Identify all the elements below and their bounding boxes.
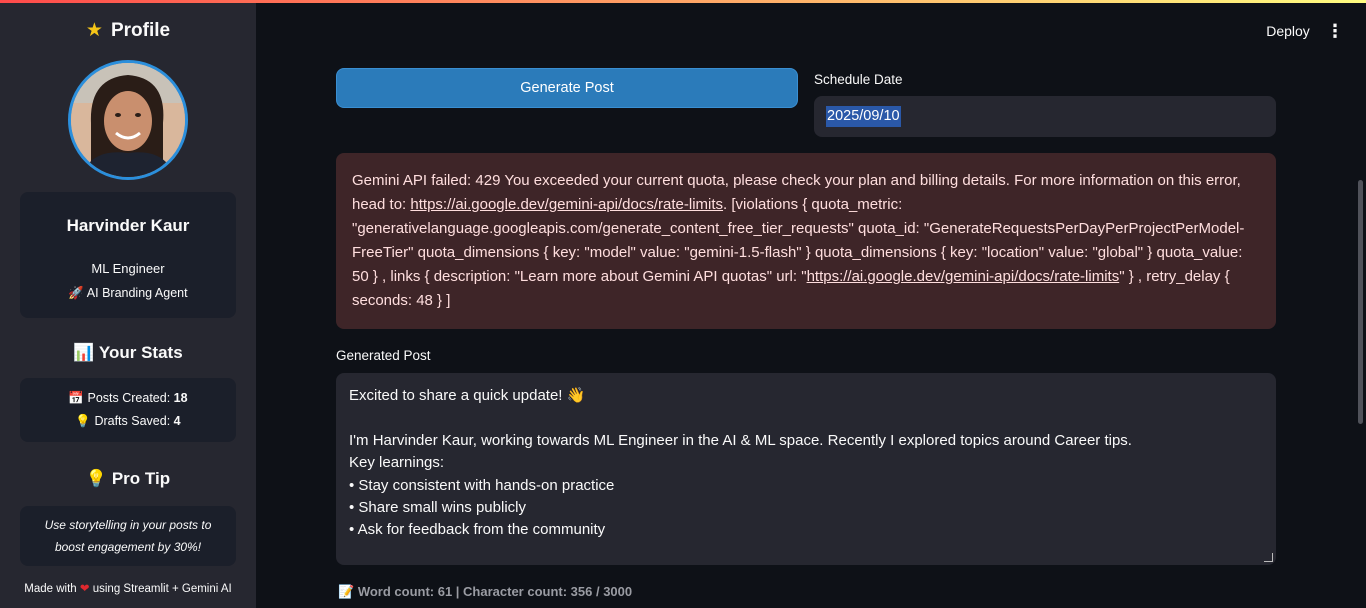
pro-tip-heading: 💡 Pro Tip — [85, 469, 171, 488]
word-count: 📝 Word count: 61 | Character count: 356 … — [338, 584, 633, 599]
error-alert: Gemini API failed: 429 You exceeded your… — [336, 153, 1276, 329]
post-line — [349, 407, 1263, 429]
generated-post-label: Generated Post — [336, 348, 431, 363]
schedule-date-label: Schedule Date — [814, 72, 903, 87]
stats-heading: 📊 Your Stats — [73, 343, 183, 362]
rate-limits-link[interactable]: https://ai.google.dev/gemini-api/docs/ra… — [410, 196, 723, 213]
pro-tip-card: Use storytelling in your posts to boost … — [20, 506, 236, 566]
generate-post-button[interactable]: Generate Post — [336, 68, 798, 108]
post-line: Key learnings: — [349, 454, 445, 472]
profile-card: Harvinder Kaur ML Engineer 🚀 AI Branding… — [20, 192, 236, 318]
main-menu-icon[interactable]: ⋮ — [1326, 20, 1344, 42]
star-icon: ★ — [85, 20, 103, 41]
stat-posts-created: 📅 Posts Created: 18 — [68, 391, 188, 405]
avatar — [68, 60, 188, 180]
lightbulb-icon: 💡 — [85, 469, 108, 488]
lightbulb-icon: 💡 — [75, 414, 91, 428]
post-line: • Share small wins publicly — [349, 498, 526, 516]
page-scrollbar[interactable] — [1358, 180, 1363, 424]
profile-name: Harvinder Kaur — [66, 216, 190, 235]
post-line: • Ask for feedback from the community — [349, 521, 606, 539]
bar-chart-icon: 📊 — [73, 343, 95, 362]
profile-role: ML Engineer — [91, 261, 165, 276]
sidebar-title: ★ Profile — [85, 20, 171, 41]
schedule-date-value: 2025/09/10 — [826, 106, 901, 127]
calendar-icon: 📅 — [68, 391, 84, 405]
resize-handle-icon[interactable] — [1264, 553, 1273, 562]
pro-tip-line: Use storytelling in your posts to — [44, 518, 212, 532]
profile-agent: 🚀 AI Branding Agent — [68, 286, 188, 300]
deploy-button[interactable]: Deploy — [1256, 20, 1320, 42]
stats-card: 📅 Posts Created: 18 💡 Drafts Saved: 4 — [20, 378, 236, 442]
generated-post-textarea[interactable]: Excited to share a quick update! 👋 I'm H… — [336, 373, 1276, 565]
heart-icon: ❤ — [79, 583, 90, 595]
rate-limits-link[interactable]: https://ai.google.dev/gemini-api/docs/ra… — [807, 268, 1120, 285]
rocket-icon: 🚀 — [68, 286, 84, 300]
stat-drafts-saved: 💡 Drafts Saved: 4 — [75, 414, 181, 428]
post-line: I'm Harvinder Kaur, working towards ML E… — [349, 431, 1132, 449]
sidebar: ★ Profile Harvinder Kaur ML Engineer 🚀 AI… — [0, 3, 256, 608]
post-line: • Stay consistent with hands-on practice — [349, 476, 615, 494]
pro-tip-line: boost engagement by 30%! — [54, 540, 202, 554]
sidebar-footer: Made with ❤ using Streamlit + Gemini AI — [24, 583, 232, 595]
memo-icon: 📝 — [338, 584, 355, 599]
schedule-date-input[interactable]: 2025/09/10 — [814, 96, 1276, 137]
post-line: Excited to share a quick update! 👋 — [349, 387, 586, 404]
